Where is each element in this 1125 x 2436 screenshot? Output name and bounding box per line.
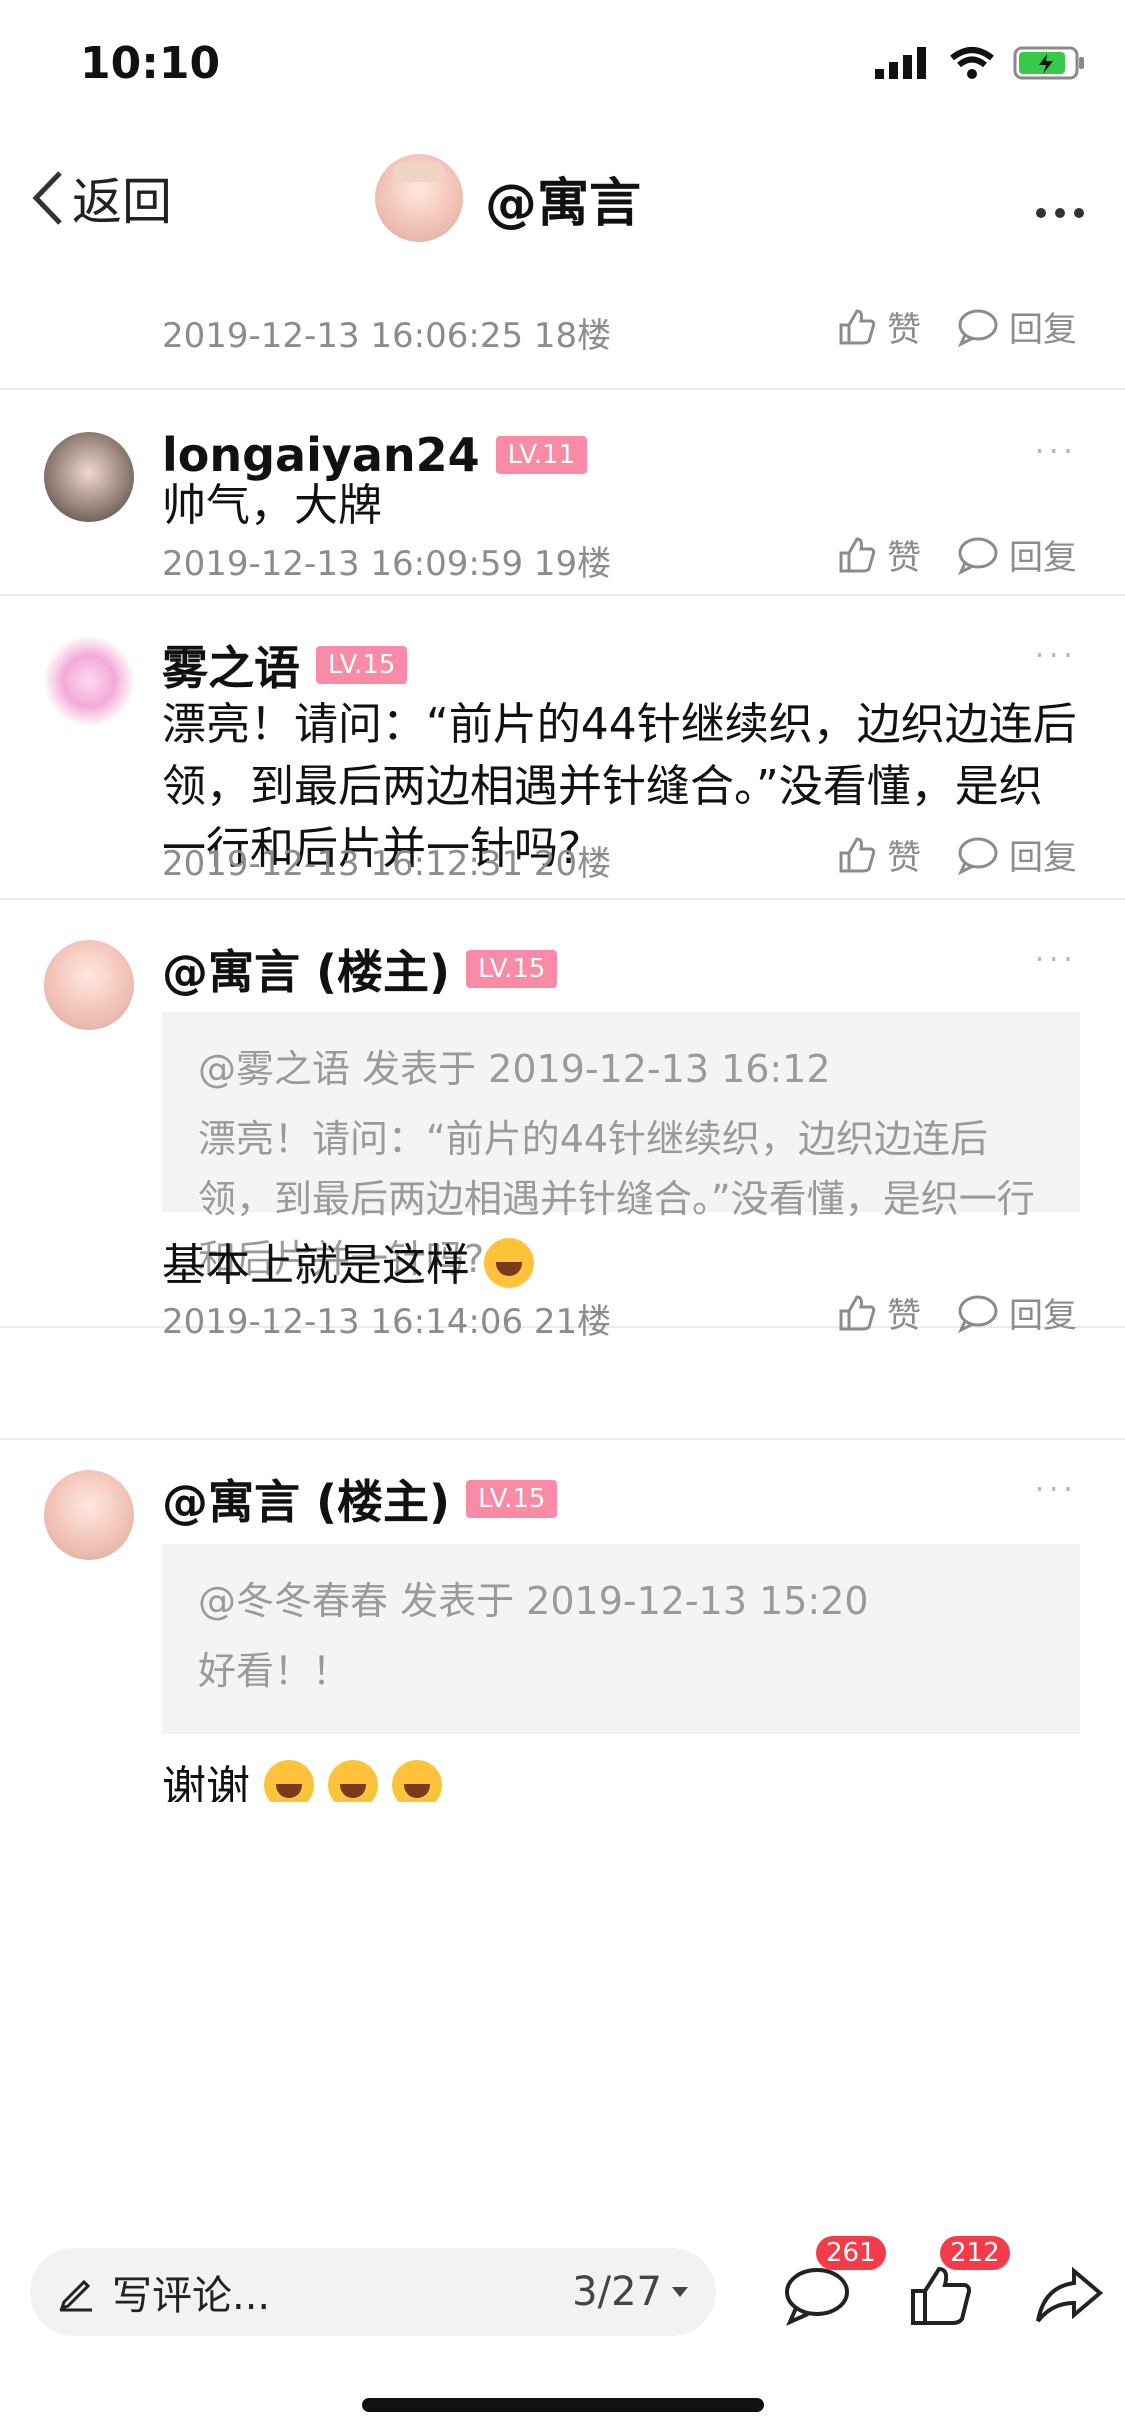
post-meta: 2019-12-13 16:14:06 21楼	[162, 1302, 612, 1342]
quoted-post[interactable]: @雾之语 发表于 2019-12-13 16:12 漂亮！请问：“前片的44针继…	[162, 1012, 1080, 1281]
user-avatar[interactable]	[44, 432, 134, 522]
post-footer: 2019-12-13 16:14:06 21楼 赞 回复	[0, 1294, 1125, 1440]
comment-placeholder: 写评论...	[112, 2273, 271, 2319]
post-actions: 赞 回复	[837, 1288, 1077, 1337]
smile-emoji-icon	[392, 1760, 442, 1802]
comments-button[interactable]: 261	[772, 2236, 886, 2340]
status-icons	[875, 46, 1085, 80]
user-avatar[interactable]	[44, 636, 134, 726]
thumbs-up-icon	[839, 536, 876, 572]
thumbs-up-icon	[839, 1294, 876, 1330]
quote-text: 好看！！	[198, 1649, 351, 1693]
post-item: @寓言 (楼主) LV.15 ··· @雾之语 发表于 2019-12-13 1…	[0, 900, 1125, 1328]
post-text: 基本上就是这样	[162, 1240, 470, 1291]
top-nav: 返回 @寓言	[0, 140, 1125, 260]
page-title: @寓言	[485, 173, 642, 234]
comment-bubble-icon	[785, 2268, 849, 2326]
reply-button[interactable]: 回复	[957, 530, 1077, 579]
post-more-button[interactable]: ···	[1034, 432, 1077, 470]
post-text: 帅气，大牌	[162, 480, 382, 531]
like-button[interactable]: 赞	[837, 530, 921, 579]
post-item: @寓言 (楼主) LV.15 ··· @冬冬春春 发表于 2019-12-13 …	[0, 1440, 1125, 1840]
page-indicator: 3/27	[572, 2269, 662, 2315]
post-more-button[interactable]: ···	[1034, 636, 1077, 674]
comment-bubble-icon	[958, 837, 998, 875]
post-meta: 2019-12-13 16:12:31 20楼	[162, 844, 612, 884]
thumbs-up-icon	[911, 2266, 971, 2325]
post-username[interactable]: 雾之语 LV.15	[162, 632, 408, 698]
author-avatar[interactable]	[375, 154, 463, 242]
author-header[interactable]: @寓言	[375, 154, 641, 242]
smile-emoji-icon	[328, 1760, 378, 1802]
reply-button[interactable]: 回复	[957, 302, 1077, 351]
wifi-icon	[950, 47, 994, 79]
post-username[interactable]: @寓言 (楼主) LV.15	[162, 1466, 558, 1532]
share-button[interactable]	[1024, 2250, 1114, 2340]
post-more-button[interactable]: ···	[1034, 1470, 1077, 1508]
post-item: 雾之语 LV.15 ··· 漂亮！请问：“前片的44针继续织，边织边连后领，到最…	[0, 596, 1125, 900]
post-username[interactable]: longaiyan24 LV.11	[162, 428, 588, 482]
post-text-row: 谢谢	[162, 1758, 1077, 1802]
pencil-icon	[59, 2279, 92, 2312]
comment-bubble-icon	[958, 309, 998, 347]
post-item: 2019-12-13 16:06:25 18楼 赞 回复	[0, 260, 1125, 390]
comment-input[interactable]: 写评论... 3/27	[30, 2248, 716, 2336]
post-actions: 赞 回复	[837, 302, 1077, 351]
post-more-button[interactable]: ···	[1034, 940, 1077, 978]
back-label: 返回	[72, 173, 172, 231]
reply-button[interactable]: 回复	[957, 1288, 1077, 1337]
thumbs-up-icon	[839, 308, 876, 344]
chevron-left-icon	[32, 171, 62, 225]
likes-button[interactable]: 212	[896, 2236, 1010, 2340]
comment-bubble-icon	[958, 1295, 998, 1333]
quote-header: @冬冬春春 发表于 2019-12-13 15:20	[198, 1579, 869, 1623]
post-list[interactable]: 2019-12-13 16:06:25 18楼 赞 回复 longaiyan24…	[0, 260, 1125, 2220]
battery-icon	[1013, 46, 1084, 80]
level-badge: LV.15	[466, 1480, 558, 1518]
more-menu-button[interactable]	[1035, 176, 1085, 230]
status-time: 10:10	[80, 38, 221, 89]
grin-emoji-icon	[484, 1238, 534, 1288]
like-button[interactable]: 赞	[837, 302, 921, 351]
page-selector[interactable]: 3/27	[572, 2269, 690, 2315]
likes-count-badge: 212	[940, 2236, 1010, 2270]
back-button[interactable]: 返回	[30, 162, 172, 234]
post-text: 谢谢	[162, 1762, 250, 1802]
post-text-row: 基本上就是这样	[162, 1236, 1077, 1296]
post-meta: 2019-12-13 16:06:25 18楼	[162, 316, 612, 356]
level-badge: LV.11	[495, 436, 588, 474]
post-actions: 赞 回复	[837, 530, 1077, 579]
quoted-post[interactable]: @冬冬春春 发表于 2019-12-13 15:20 好看！！	[162, 1544, 1080, 1734]
quote-header: @雾之语 发表于 2019-12-13 16:12	[198, 1047, 831, 1091]
signal-icon	[875, 47, 926, 79]
level-badge: LV.15	[316, 646, 408, 684]
status-bar: 10:10	[0, 0, 1125, 140]
caret-down-icon	[672, 2287, 688, 2297]
user-avatar[interactable]	[44, 1470, 134, 1560]
smile-emoji-icon	[264, 1760, 314, 1802]
comment-bubble-icon	[958, 537, 998, 575]
post-meta: 2019-12-13 16:09:59 19楼	[162, 544, 612, 584]
post-actions: 赞 回复	[837, 830, 1077, 879]
level-badge: LV.15	[466, 950, 558, 988]
like-button[interactable]: 赞	[837, 1288, 921, 1337]
thumbs-up-icon	[839, 836, 876, 872]
more-dots-icon	[1036, 208, 1084, 218]
post-item: longaiyan24 LV.11 ··· 帅气，大牌 2019-12-13 1…	[0, 390, 1125, 596]
share-arrow-icon	[1036, 2266, 1104, 2323]
user-avatar[interactable]	[44, 940, 134, 1030]
reply-button[interactable]: 回复	[957, 830, 1077, 879]
home-indicator	[362, 2398, 764, 2412]
comments-count-badge: 261	[816, 2236, 886, 2270]
post-username[interactable]: @寓言 (楼主) LV.15	[162, 936, 558, 1002]
like-button[interactable]: 赞	[837, 830, 921, 879]
